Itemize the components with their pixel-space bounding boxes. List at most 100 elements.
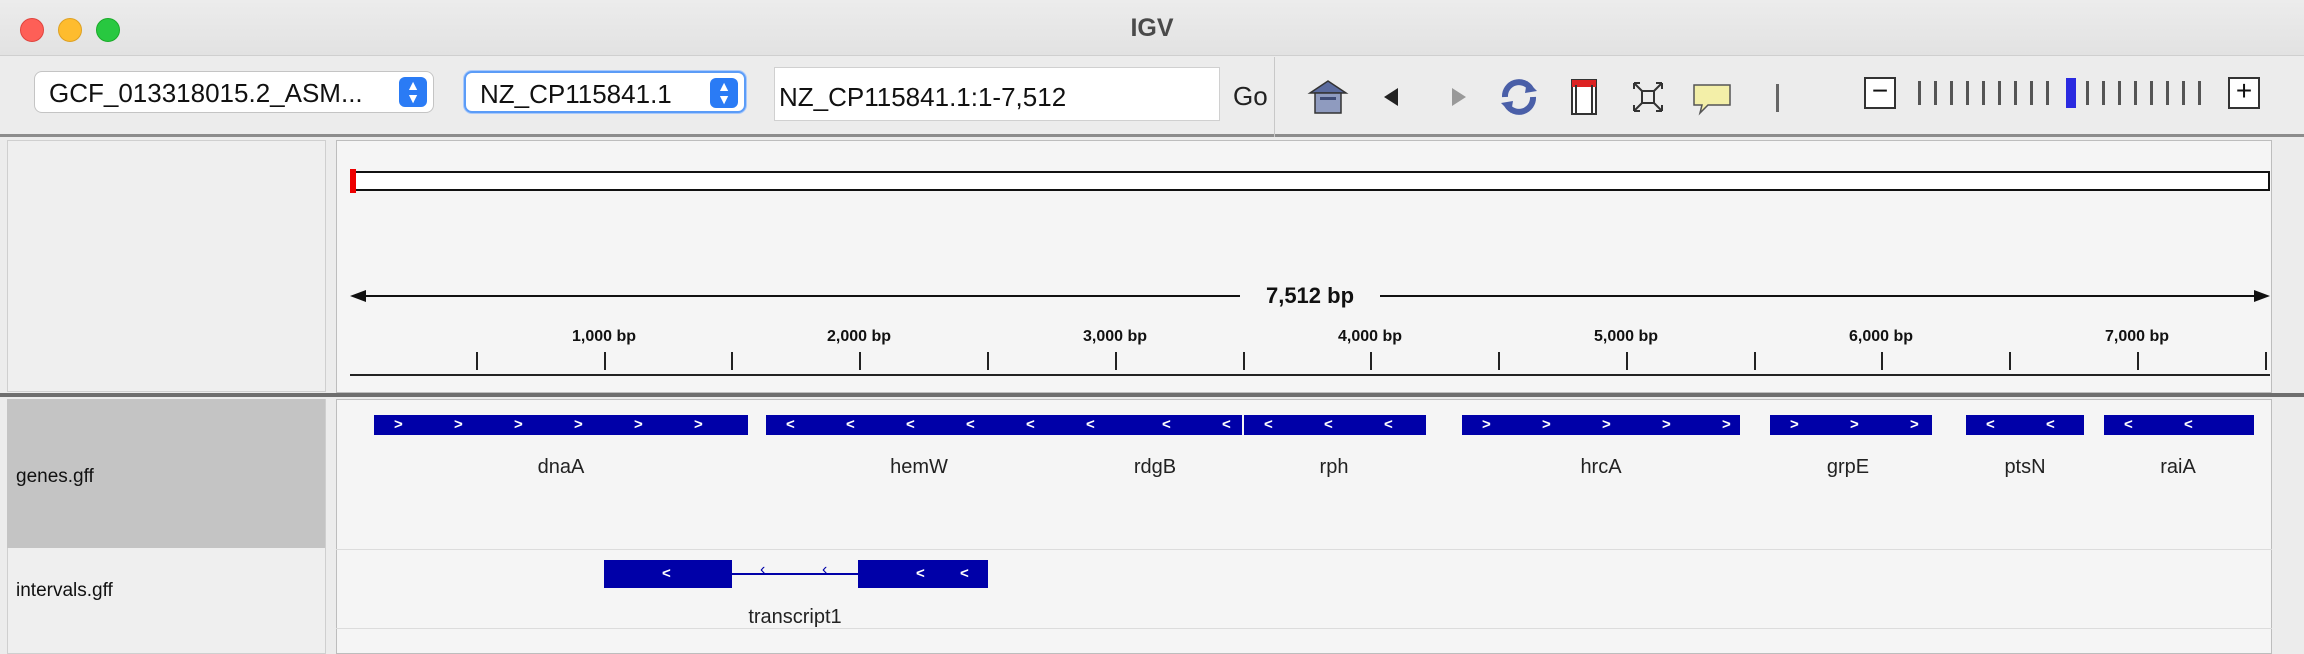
feature-label-rph: rph	[1319, 456, 1349, 478]
zoom-tick[interactable]	[1982, 81, 1985, 105]
zoom-out-button[interactable]: −	[1864, 77, 1896, 109]
transcript1-intron[interactable]	[732, 573, 858, 575]
chevron-left-icon: <	[1162, 416, 1171, 433]
zoom-tick[interactable]	[1966, 81, 1969, 105]
feature-label-rdgB: rdgB	[1133, 456, 1177, 478]
intron-chevron-icon: ‹	[760, 561, 766, 578]
zoom-tick[interactable]	[2118, 81, 2121, 105]
feature-label-hemW: hemW	[890, 456, 948, 478]
feature-ptsN[interactable]: < <	[1966, 415, 2084, 435]
refresh-icon[interactable]	[1497, 75, 1541, 119]
chevron-right-icon: >	[574, 416, 583, 433]
toolbar-divider	[1274, 57, 1275, 137]
zoom-tick[interactable]	[2046, 81, 2049, 105]
home-icon[interactable]	[1306, 75, 1350, 119]
ruler-tick	[1115, 352, 1117, 370]
feature-label-ptsN: ptsN	[2004, 456, 2046, 478]
chevron-right-icon: >	[1602, 416, 1611, 433]
chevron-right-icon: >	[514, 416, 523, 433]
ruler-tick	[731, 352, 733, 370]
zoom-tick[interactable]	[2086, 81, 2089, 105]
toolbar: GCF_013318015.2_ASM... ▲ ▼ NZ_CP115841.1 …	[0, 57, 2304, 137]
intron-chevron-icon: ‹	[822, 561, 828, 578]
roi-icon[interactable]	[1562, 75, 1606, 119]
chevron-left-icon: <	[1324, 416, 1333, 433]
title-bar: IGV	[0, 0, 2304, 56]
ruler-tick	[2137, 352, 2139, 370]
ruler-name-panel	[7, 140, 326, 392]
data-panel	[336, 399, 2272, 654]
zoom-tick[interactable]	[1998, 81, 2001, 105]
transcript1-exon[interactable]: < <	[858, 560, 988, 588]
chevron-right-icon: >	[694, 416, 703, 433]
chevron-right-icon: >	[1722, 416, 1731, 433]
chevron-right-icon: >	[1850, 416, 1859, 433]
ruler-tick	[1754, 352, 1756, 370]
feature-rdgB[interactable]: < <	[1142, 415, 1238, 435]
ruler-tick	[2009, 352, 2011, 370]
genome-select[interactable]: GCF_013318015.2_ASM... ▲ ▼	[34, 71, 434, 113]
chevron-right-icon: >	[394, 416, 403, 433]
chevron-left-icon: <	[2124, 416, 2133, 433]
zoom-tick[interactable]	[2150, 81, 2153, 105]
feature-label-dnaA: dnaA	[537, 456, 585, 478]
zoom-tick[interactable]	[1918, 81, 1921, 105]
zoom-tick[interactable]	[1950, 81, 1953, 105]
feature-rph[interactable]: < < <	[1244, 415, 1426, 435]
ruler-tick	[1370, 352, 1372, 370]
transcript1-exon[interactable]: <	[604, 560, 732, 588]
chevron-left-icon: <	[966, 416, 975, 433]
zoom-tick[interactable]	[1934, 81, 1937, 105]
popup-text-icon[interactable]	[1690, 75, 1734, 119]
forward-icon[interactable]	[1434, 75, 1478, 119]
chevron-left-icon: <	[906, 416, 915, 433]
ruler-tick-label: 6,000 bp	[1848, 328, 1914, 345]
ruler-tick	[476, 352, 478, 370]
chevron-right-icon: >	[1662, 416, 1671, 433]
chromosome-select[interactable]: NZ_CP115841.1 ▲ ▼	[464, 71, 746, 113]
current-region-marker	[350, 169, 356, 193]
chromosome-select-value: NZ_CP115841.1	[480, 79, 672, 109]
feature-dnaA[interactable]: > > > > > >	[374, 415, 748, 435]
feature-label-transcript1: transcript1	[748, 606, 842, 628]
zoom-tick[interactable]	[2030, 81, 2033, 105]
zoom-slider-thumb[interactable]	[2066, 78, 2076, 108]
chevron-left-icon: <	[1384, 416, 1393, 433]
ruler-tick	[1243, 352, 1245, 370]
feature-grpE[interactable]: > > >	[1770, 415, 1932, 435]
chromosome-ideogram[interactable]	[350, 171, 2270, 191]
ruler-tick-label: 2,000 bp	[826, 328, 892, 345]
track-name-genes-label: genes.gff	[16, 466, 94, 487]
ruler-tick-label: 4,000 bp	[1337, 328, 1403, 345]
go-button[interactable]: Go	[1233, 81, 1268, 112]
track-name-intervals-label[interactable]: intervals.gff	[16, 580, 113, 602]
chevron-left-icon: <	[1222, 416, 1231, 433]
chevron-up-down-icon: ▲ ▼	[399, 77, 427, 107]
locus-input[interactable]: NZ_CP115841.1:1-7,512	[774, 67, 1220, 121]
zoom-tick[interactable]	[2166, 81, 2169, 105]
track-divider	[336, 628, 2272, 629]
back-icon[interactable]	[1372, 75, 1416, 119]
ruler-baseline	[350, 374, 2270, 376]
chevron-left-icon: <	[2046, 416, 2055, 433]
ruler-tick	[1626, 352, 1628, 370]
ruler-tick-label: 3,000 bp	[1082, 328, 1148, 345]
zoom-tick[interactable]	[2102, 81, 2105, 105]
zoom-tick[interactable]	[2014, 81, 2017, 105]
genome-select-value: GCF_013318015.2_ASM...	[49, 78, 363, 108]
chevron-left-icon: <	[786, 416, 795, 433]
zoom-tick[interactable]	[2198, 81, 2201, 105]
divider-icon[interactable]	[1756, 75, 1800, 119]
feature-label-grpE: grpE	[1826, 456, 1870, 478]
resize-icon[interactable]	[1626, 75, 1670, 119]
panel-separator[interactable]	[0, 393, 2304, 397]
zoom-in-button[interactable]: +	[2228, 77, 2260, 109]
zoom-tick[interactable]	[2182, 81, 2185, 105]
chevron-left-icon: <	[846, 416, 855, 433]
feature-hrcA[interactable]: > > > > >	[1462, 415, 1740, 435]
chevron-right-icon: >	[1482, 416, 1491, 433]
zoom-tick[interactable]	[2134, 81, 2137, 105]
feature-raiA[interactable]: < <	[2104, 415, 2254, 435]
track-divider	[336, 549, 2272, 550]
ruler-tick-label: 7,000 bp	[2104, 328, 2170, 345]
